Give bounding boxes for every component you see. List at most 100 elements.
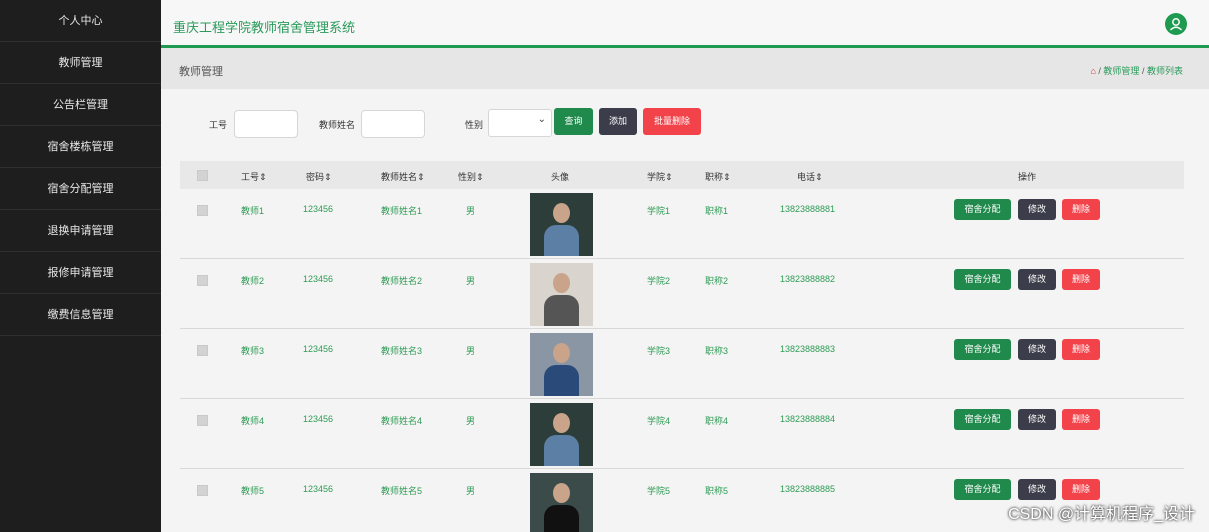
cell-phone: 13823888882 [780,274,836,284]
main-content: 重庆工程学院教师宿舍管理系统 教师管理 ⌂ / 教师管理 / 教师列表 工号 教… [161,0,1209,532]
batch-delete-button[interactable]: 批量删除 [643,108,701,135]
sidebar-item-exchange-request[interactable]: 退换申请管理 [0,210,161,252]
cell-name: 教师姓名2 [381,276,423,286]
cell-college: 学院1 [647,206,671,216]
id-label: 工号 [209,120,228,130]
avatar [530,473,593,532]
header-college[interactable]: 学院⇕ [647,170,673,183]
gender-label: 性别 [465,120,484,130]
name-label: 教师姓名 [319,120,356,130]
edit-button[interactable]: 修改 [1018,339,1056,360]
sidebar-item-personal-center[interactable]: 个人中心 [0,0,161,42]
breadcrumb-teacher-list: 教师列表 [1146,66,1183,76]
header-name[interactable]: 教师姓名⇕ [381,170,425,183]
avatar [530,403,593,466]
app-title: 重庆工程学院教师宿舍管理系统 [173,20,356,35]
header-password[interactable]: 密码⇕ [306,170,332,183]
assign-dorm-button[interactable]: 宿舍分配 [954,199,1011,220]
row-checkbox[interactable] [197,485,208,496]
row-checkbox[interactable] [197,415,208,426]
cell-gender: 男 [466,486,476,496]
cell-title: 职称2 [705,276,729,286]
sidebar-item-repair-request[interactable]: 报修申请管理 [0,252,161,294]
cell-phone: 13823888885 [780,484,836,494]
cell-id: 教师1 [241,206,265,216]
cell-title: 职称5 [705,486,729,496]
cell-id: 教师5 [241,486,265,496]
avatar [530,333,593,396]
table-row: 教师4 123456 教师姓名4 男 学院4 职称4 13823888884 宿… [180,399,1184,469]
search-bar: 工号 教师姓名 性别 查询 添加 批量删除 [161,108,1209,138]
add-button[interactable]: 添加 [599,108,637,135]
assign-dorm-button[interactable]: 宿舍分配 [954,269,1011,290]
avatar [530,193,593,256]
edit-button[interactable]: 修改 [1018,479,1056,500]
delete-button[interactable]: 删除 [1062,339,1100,360]
query-button[interactable]: 查询 [554,108,593,135]
header-id[interactable]: 工号⇕ [241,170,267,183]
cell-password: 123456 [303,204,334,214]
user-icon[interactable] [1165,13,1187,35]
row-checkbox[interactable] [197,205,208,216]
sidebar: 个人中心 教师管理 公告栏管理 宿舍楼栋管理 宿舍分配管理 退换申请管理 报修申… [0,0,161,532]
cell-name: 教师姓名5 [381,486,423,496]
cell-phone: 13823888881 [780,204,836,214]
cell-title: 职称4 [705,416,729,426]
teacher-table: 工号⇕ 密码⇕ 教师姓名⇕ 性别⇕ 头像 学院⇕ 职称⇕ 电话⇕ 操作 教师1 … [180,161,1184,532]
table-header: 工号⇕ 密码⇕ 教师姓名⇕ 性别⇕ 头像 学院⇕ 职称⇕ 电话⇕ 操作 [180,161,1184,189]
cell-college: 学院3 [647,346,671,356]
cell-gender: 男 [466,416,476,426]
cell-college: 学院4 [647,416,671,426]
gender-select[interactable] [488,109,552,137]
cell-password: 123456 [303,414,334,424]
cell-password: 123456 [303,484,334,494]
table-row: 教师1 123456 教师姓名1 男 学院1 职称1 13823888881 宿… [180,189,1184,259]
cell-name: 教师姓名4 [381,416,423,426]
header-avatar: 头像 [551,172,570,182]
cell-id: 教师4 [241,416,265,426]
cell-id: 教师3 [241,346,265,356]
breadcrumb-separator: / [1098,66,1101,76]
sidebar-item-teacher-management[interactable]: 教师管理 [0,42,161,84]
breadcrumb-teacher-management[interactable]: 教师管理 [1103,66,1139,76]
assign-dorm-button[interactable]: 宿舍分配 [954,339,1011,360]
name-input[interactable] [361,110,425,138]
cell-name: 教师姓名3 [381,346,423,356]
sidebar-item-payment-info[interactable]: 缴费信息管理 [0,294,161,336]
table-row: 教师3 123456 教师姓名3 男 学院3 职称3 13823888883 宿… [180,329,1184,399]
sidebar-item-dorm-building[interactable]: 宿舍楼栋管理 [0,126,161,168]
header-title[interactable]: 职称⇕ [705,170,731,183]
sidebar-item-notice-board[interactable]: 公告栏管理 [0,84,161,126]
cell-password: 123456 [303,274,334,284]
assign-dorm-button[interactable]: 宿舍分配 [954,479,1011,500]
avatar [530,263,593,326]
row-checkbox[interactable] [197,275,208,286]
select-all-checkbox[interactable] [197,170,208,181]
home-icon[interactable]: ⌂ [1090,66,1095,76]
id-input[interactable] [234,110,298,138]
cell-phone: 13823888883 [780,344,836,354]
cell-college: 学院2 [647,276,671,286]
header-phone[interactable]: 电话⇕ [797,170,823,183]
edit-button[interactable]: 修改 [1018,409,1056,430]
header-gender[interactable]: 性别⇕ [458,170,484,183]
page-title: 教师管理 [179,66,223,78]
top-header: 重庆工程学院教师宿舍管理系统 [161,0,1209,48]
delete-button[interactable]: 删除 [1062,409,1100,430]
cell-gender: 男 [466,276,476,286]
cell-college: 学院5 [647,486,671,496]
cell-gender: 男 [466,346,476,356]
cell-id: 教师2 [241,276,265,286]
row-checkbox[interactable] [197,345,208,356]
assign-dorm-button[interactable]: 宿舍分配 [954,409,1011,430]
sidebar-item-dorm-assignment[interactable]: 宿舍分配管理 [0,168,161,210]
edit-button[interactable]: 修改 [1018,199,1056,220]
delete-button[interactable]: 删除 [1062,199,1100,220]
delete-button[interactable]: 删除 [1062,479,1100,500]
watermark-text: CSDN @计算机程序_设计 [1008,506,1195,523]
delete-button[interactable]: 删除 [1062,269,1100,290]
cell-title: 职称1 [705,206,729,216]
edit-button[interactable]: 修改 [1018,269,1056,290]
cell-phone: 13823888884 [780,414,836,424]
breadcrumb-bar: 教师管理 ⌂ / 教师管理 / 教师列表 [161,48,1209,89]
